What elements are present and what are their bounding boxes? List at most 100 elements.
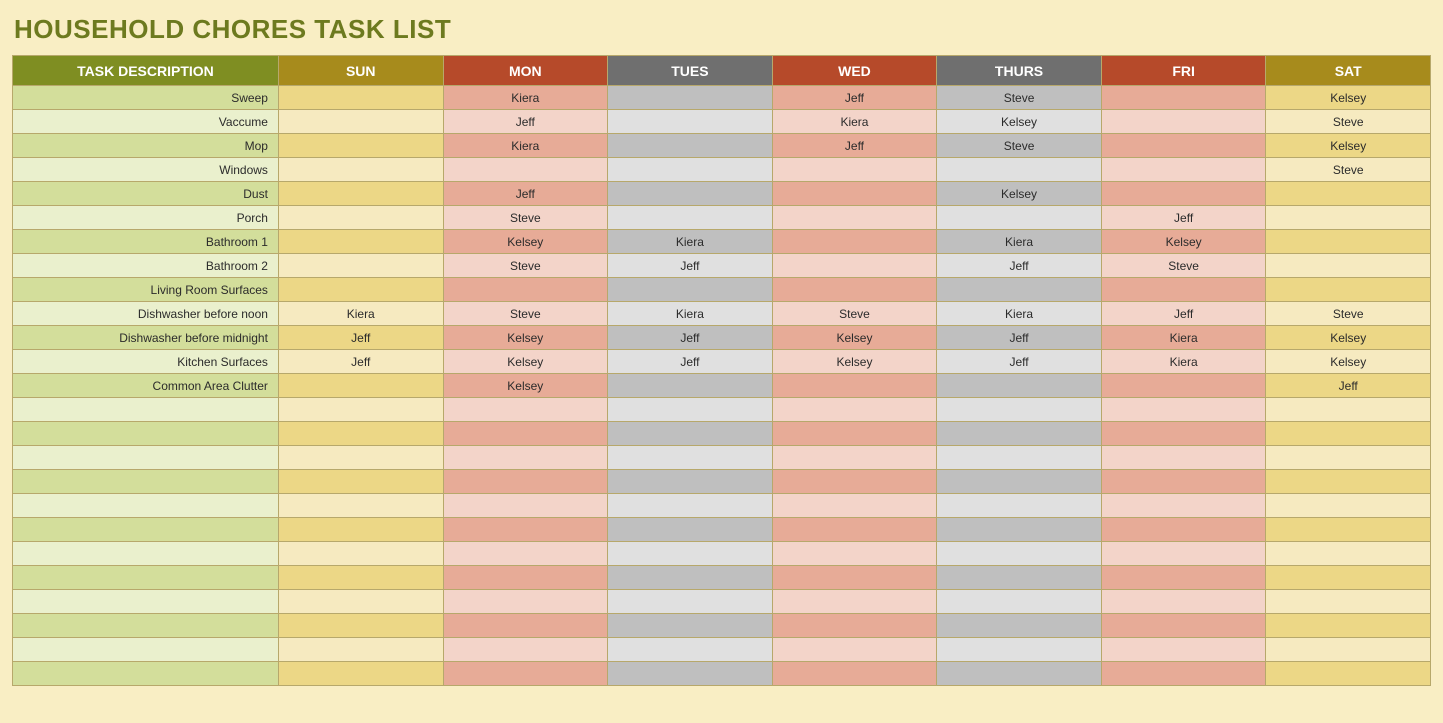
cell-fri[interactable]	[1101, 518, 1266, 542]
cell-sun[interactable]	[278, 518, 443, 542]
cell-sat[interactable]: Steve	[1266, 110, 1431, 134]
cell-sun[interactable]	[278, 470, 443, 494]
cell-mon[interactable]: Jeff	[443, 182, 608, 206]
cell-sat[interactable]	[1266, 254, 1431, 278]
cell-wed[interactable]	[772, 374, 937, 398]
task-cell[interactable]	[13, 494, 279, 518]
cell-sat[interactable]: Kelsey	[1266, 86, 1431, 110]
cell-wed[interactable]: Kelsey	[772, 350, 937, 374]
cell-tues[interactable]	[608, 614, 773, 638]
cell-thurs[interactable]: Kiera	[937, 302, 1102, 326]
cell-sun[interactable]	[278, 86, 443, 110]
cell-thurs[interactable]	[937, 206, 1102, 230]
task-cell[interactable]: Kitchen Surfaces	[13, 350, 279, 374]
cell-wed[interactable]	[772, 230, 937, 254]
cell-mon[interactable]: Steve	[443, 206, 608, 230]
cell-thurs[interactable]	[937, 566, 1102, 590]
cell-wed[interactable]	[772, 158, 937, 182]
cell-sat[interactable]	[1266, 206, 1431, 230]
cell-mon[interactable]: Kiera	[443, 86, 608, 110]
cell-wed[interactable]	[772, 254, 937, 278]
task-cell[interactable]	[13, 638, 279, 662]
cell-fri[interactable]	[1101, 158, 1266, 182]
cell-sat[interactable]	[1266, 230, 1431, 254]
cell-wed[interactable]: Steve	[772, 302, 937, 326]
cell-fri[interactable]	[1101, 566, 1266, 590]
cell-sat[interactable]	[1266, 590, 1431, 614]
task-cell[interactable]	[13, 446, 279, 470]
cell-mon[interactable]	[443, 494, 608, 518]
cell-fri[interactable]: Jeff	[1101, 302, 1266, 326]
cell-tues[interactable]	[608, 638, 773, 662]
cell-thurs[interactable]	[937, 158, 1102, 182]
cell-sun[interactable]	[278, 182, 443, 206]
cell-thurs[interactable]: Kelsey	[937, 110, 1102, 134]
cell-tues[interactable]	[608, 494, 773, 518]
cell-fri[interactable]: Jeff	[1101, 206, 1266, 230]
cell-wed[interactable]: Kelsey	[772, 326, 937, 350]
task-cell[interactable]	[13, 518, 279, 542]
task-cell[interactable]: Dishwasher before noon	[13, 302, 279, 326]
cell-thurs[interactable]: Kelsey	[937, 182, 1102, 206]
cell-sun[interactable]	[278, 566, 443, 590]
cell-wed[interactable]	[772, 542, 937, 566]
cell-tues[interactable]: Kiera	[608, 230, 773, 254]
task-cell[interactable]: Porch	[13, 206, 279, 230]
cell-mon[interactable]	[443, 542, 608, 566]
cell-sat[interactable]	[1266, 518, 1431, 542]
cell-mon[interactable]: Kelsey	[443, 230, 608, 254]
cell-thurs[interactable]: Jeff	[937, 254, 1102, 278]
cell-thurs[interactable]	[937, 590, 1102, 614]
cell-sat[interactable]	[1266, 566, 1431, 590]
cell-sat[interactable]: Steve	[1266, 158, 1431, 182]
cell-sun[interactable]	[278, 110, 443, 134]
cell-mon[interactable]	[443, 662, 608, 686]
cell-wed[interactable]	[772, 614, 937, 638]
cell-sat[interactable]	[1266, 638, 1431, 662]
task-cell[interactable]: Common Area Clutter	[13, 374, 279, 398]
cell-wed[interactable]	[772, 278, 937, 302]
cell-fri[interactable]	[1101, 86, 1266, 110]
cell-mon[interactable]: Kiera	[443, 134, 608, 158]
cell-wed[interactable]: Kiera	[772, 110, 937, 134]
cell-sun[interactable]	[278, 638, 443, 662]
cell-wed[interactable]	[772, 422, 937, 446]
task-cell[interactable]	[13, 398, 279, 422]
cell-sat[interactable]: Kelsey	[1266, 350, 1431, 374]
cell-mon[interactable]	[443, 638, 608, 662]
cell-sun[interactable]	[278, 542, 443, 566]
cell-fri[interactable]	[1101, 134, 1266, 158]
cell-thurs[interactable]	[937, 398, 1102, 422]
task-cell[interactable]	[13, 614, 279, 638]
cell-fri[interactable]	[1101, 374, 1266, 398]
cell-mon[interactable]: Steve	[443, 302, 608, 326]
cell-sun[interactable]	[278, 278, 443, 302]
cell-sat[interactable]	[1266, 494, 1431, 518]
cell-fri[interactable]: Kiera	[1101, 326, 1266, 350]
cell-mon[interactable]	[443, 614, 608, 638]
cell-wed[interactable]	[772, 518, 937, 542]
cell-thurs[interactable]	[937, 278, 1102, 302]
cell-tues[interactable]	[608, 542, 773, 566]
task-cell[interactable]	[13, 662, 279, 686]
cell-sun[interactable]	[278, 590, 443, 614]
task-cell[interactable]: Sweep	[13, 86, 279, 110]
cell-sat[interactable]	[1266, 446, 1431, 470]
cell-mon[interactable]	[443, 566, 608, 590]
cell-tues[interactable]	[608, 662, 773, 686]
cell-sat[interactable]	[1266, 542, 1431, 566]
cell-tues[interactable]	[608, 86, 773, 110]
cell-wed[interactable]	[772, 398, 937, 422]
cell-sat[interactable]	[1266, 470, 1431, 494]
cell-tues[interactable]	[608, 398, 773, 422]
cell-wed[interactable]	[772, 446, 937, 470]
cell-tues[interactable]: Jeff	[608, 254, 773, 278]
cell-sun[interactable]: Jeff	[278, 326, 443, 350]
cell-tues[interactable]	[608, 110, 773, 134]
cell-tues[interactable]	[608, 470, 773, 494]
cell-sat[interactable]	[1266, 662, 1431, 686]
cell-fri[interactable]	[1101, 110, 1266, 134]
cell-thurs[interactable]	[937, 638, 1102, 662]
task-cell[interactable]	[13, 422, 279, 446]
cell-tues[interactable]	[608, 446, 773, 470]
